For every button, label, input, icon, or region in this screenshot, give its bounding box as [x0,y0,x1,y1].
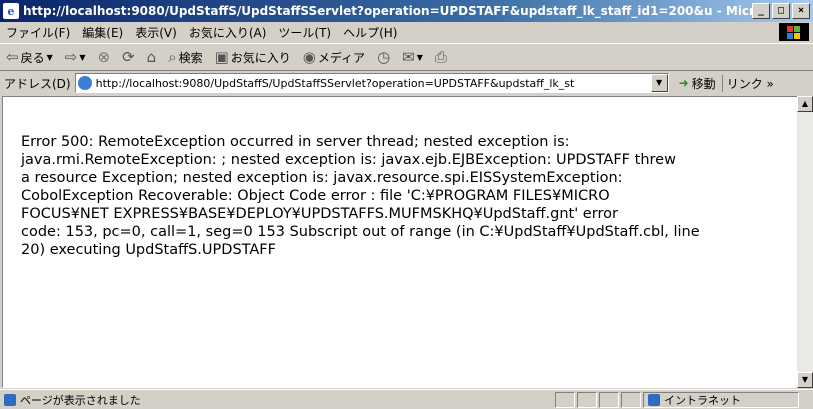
refresh-button[interactable]: ⟳ [116,48,141,66]
print-icon: ⎙ [434,48,447,66]
back-label: 戻る [20,50,45,65]
stop-button[interactable]: ⊗ [91,48,116,66]
minimize-button[interactable]: _ [752,3,770,19]
status-panel [621,391,641,408]
toolbar: ⇦ 戻る ▼ ⇨ ▼ ⊗ ⟳ ⌂ ⌕ 検索 ▣ お気に入り ◉ メディア ◷ ✉… [0,44,813,71]
print-button[interactable]: ⎙ [429,48,453,66]
back-arrow-icon: ⇦ [6,48,19,66]
media-icon: ◉ [302,48,316,66]
error-line: 20) executing UpdStaffS.UPDSTAFF [21,242,276,258]
error-line: code: 153, pc=0, call=1, seg=0 153 Subsc… [21,224,700,240]
search-label: 検索 [178,50,203,65]
page-done-icon [4,393,16,406]
maximize-button[interactable]: □ [772,3,790,19]
address-dropdown-button[interactable]: ▼ [650,74,668,92]
menu-bar: ファイル(F) 編集(E) 表示(V) お気に入り(A) ツール(T) ヘルプ(… [0,22,813,44]
favorites-label: お気に入り [230,50,291,65]
forward-button[interactable]: ⇨ ▼ [59,48,92,66]
status-text: ページが表示されました [20,393,141,407]
browser-window: e http://localhost:9080/UpdStaffS/UpdSta… [0,0,813,408]
menu-help[interactable]: ヘルプ(H) [337,24,403,41]
home-button[interactable]: ⌂ [141,48,163,66]
menu-edit[interactable]: 編集(E) [76,24,129,41]
stop-icon: ⊗ [97,48,111,66]
address-url: http://localhost:9080/UpdStaffS/UpdStaff… [95,76,575,90]
favorites-icon: ▣ [214,48,229,66]
history-button[interactable]: ◷ [371,48,396,66]
home-icon: ⌂ [146,48,157,66]
go-button[interactable]: ➜ 移動 [669,75,722,92]
menu-view[interactable]: 表示(V) [129,24,183,41]
address-input[interactable]: http://localhost:9080/UpdStaffS/UpdStaff… [74,73,669,93]
mail-button[interactable]: ✉ ▼ [396,48,429,66]
media-button[interactable]: ◉ メディア [297,48,371,66]
scroll-down-button[interactable]: ▼ [797,372,813,388]
error-line: java.rmi.RemoteException: ; nested excep… [21,152,676,168]
status-main: ページが表示されました [0,392,555,408]
go-arrow-icon: ➜ [678,76,689,90]
go-label: 移動 [691,76,716,91]
address-label: アドレス(D) [4,76,71,91]
history-icon: ◷ [377,48,391,66]
status-bar: ページが表示されました イントラネット [0,389,813,409]
error-message: Error 500: RemoteException occurred in s… [21,133,781,259]
scroll-up-button[interactable]: ▲ [797,96,813,112]
status-panel [555,391,575,408]
chevron-down-icon: ▼ [79,52,86,62]
intranet-icon [648,393,660,406]
windows-logo-icon [779,23,809,41]
menu-file[interactable]: ファイル(F) [0,24,76,41]
search-button[interactable]: ⌕ 検索 [162,48,208,66]
close-button[interactable]: × [792,3,810,19]
media-label: メディア [317,50,366,65]
chevron-down-icon: ▼ [46,52,53,62]
menu-favorites[interactable]: お気に入り(A) [183,24,273,41]
error-line: FOCUS¥NET EXPRESS¥BASE¥DEPLOY¥UPDSTAFFS.… [21,206,618,222]
refresh-icon: ⟳ [122,48,135,66]
page-content: Error 500: RemoteException occurred in s… [2,96,799,388]
search-icon: ⌕ [168,48,177,66]
chevron-down-icon: ▼ [416,52,423,62]
vertical-scrollbar[interactable]: ▲ ▼ [797,96,813,388]
error-line: Error 500: RemoteException occurred in s… [21,134,570,150]
ie-logo-icon: e [3,3,19,19]
favorites-button[interactable]: ▣ お気に入り [209,48,297,66]
error-line: CobolException Recoverable: Object Code … [21,188,610,204]
status-panel [599,391,619,408]
back-button[interactable]: ⇦ 戻る ▼ [0,48,59,66]
links-button[interactable]: リンク » [721,74,778,92]
address-bar: アドレス(D) http://localhost:9080/UpdStaffS/… [0,72,813,94]
window-title: http://localhost:9080/UpdStaffS/UpdStaff… [23,4,752,18]
page-icon [77,76,92,90]
menu-tools[interactable]: ツール(T) [272,24,337,41]
title-bar: e http://localhost:9080/UpdStaffS/UpdSta… [0,0,813,22]
forward-arrow-icon: ⇨ [64,48,78,66]
security-zone: イントラネット [643,391,799,408]
mail-icon: ✉ [402,48,415,66]
status-panel [577,391,597,408]
zone-label: イントラネット [664,393,741,407]
error-line: a resource Exception; nested exception i… [21,170,623,186]
